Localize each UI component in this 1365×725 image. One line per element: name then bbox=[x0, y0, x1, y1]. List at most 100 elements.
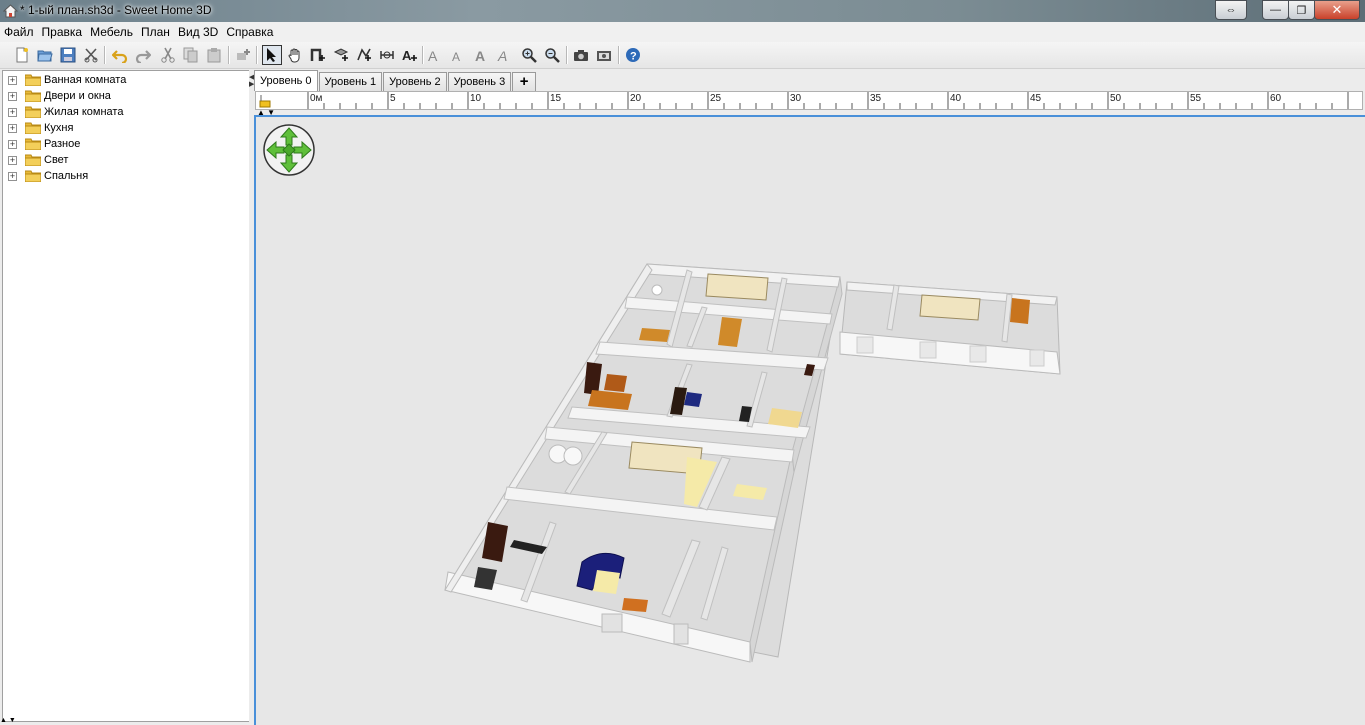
add-furniture-icon[interactable] bbox=[233, 45, 253, 65]
toolbar-separator bbox=[104, 46, 106, 64]
3d-view[interactable] bbox=[254, 115, 1365, 725]
create-rooms-icon[interactable] bbox=[331, 45, 351, 65]
restore-button[interactable]: ⇔ bbox=[1215, 0, 1247, 20]
pan-hand-icon[interactable] bbox=[285, 45, 305, 65]
ruler-label: 35 bbox=[870, 93, 882, 104]
create-dimensions-icon[interactable] bbox=[377, 45, 397, 65]
paste-icon[interactable] bbox=[204, 45, 224, 65]
ruler-label: 20 bbox=[630, 93, 642, 104]
svg-text:A: A bbox=[475, 48, 485, 63]
add-text-icon[interactable]: A bbox=[400, 45, 420, 65]
house-3d-model bbox=[444, 263, 1061, 663]
catalog-category-label: Спальня bbox=[44, 170, 89, 182]
close-button[interactable]: ✕ bbox=[1314, 0, 1360, 20]
maximize-button[interactable]: ❐ bbox=[1288, 0, 1315, 20]
select-arrow-icon[interactable] bbox=[262, 45, 282, 65]
menu-file[interactable]: Файл bbox=[0, 25, 38, 39]
title-bar: * 1-ый план.sh3d - Sweet Home 3D ⇔ — ❐ ✕ bbox=[0, 0, 1365, 22]
create-photo-icon[interactable] bbox=[571, 45, 591, 65]
tab-level-0[interactable]: Уровень 0 bbox=[254, 70, 318, 91]
expand-toggle-icon[interactable]: + bbox=[8, 139, 17, 149]
catalog-category-label: Двери и окна bbox=[44, 90, 111, 102]
folder-icon bbox=[25, 170, 41, 182]
tab-level-3[interactable]: Уровень 3 bbox=[447, 72, 512, 91]
zoom-in-icon[interactable] bbox=[519, 45, 539, 65]
level-tabs: Уровень 0 Уровень 1 Уровень 2 Уровень 3 … bbox=[254, 70, 537, 91]
expand-toggle-icon[interactable]: + bbox=[8, 75, 17, 85]
toolbar-separator bbox=[618, 46, 620, 64]
menu-edit[interactable]: Правка bbox=[38, 25, 87, 39]
menu-bar: Файл Правка Мебель План Вид 3D Справка bbox=[0, 22, 1365, 42]
catalog-category[interactable]: + Спальня bbox=[3, 168, 249, 184]
toolbar-separator bbox=[422, 46, 424, 64]
increase-text-icon[interactable]: A bbox=[425, 45, 445, 65]
catalog-category[interactable]: + Кухня bbox=[3, 120, 249, 136]
ruler-label: 60 bbox=[1270, 93, 1282, 104]
expand-toggle-icon[interactable]: + bbox=[8, 107, 17, 117]
folder-icon bbox=[25, 106, 41, 118]
catalog-category[interactable]: + Свет bbox=[3, 152, 249, 168]
toolbar: A A A A A ? bbox=[0, 42, 1365, 69]
ruler-label: 15 bbox=[550, 93, 562, 104]
sweet-home-app-icon bbox=[3, 4, 18, 18]
catalog-category-label: Жилая комната bbox=[44, 106, 124, 118]
open-folder-icon[interactable] bbox=[35, 45, 55, 65]
toolbar-separator bbox=[256, 46, 258, 64]
tab-level-2[interactable]: Уровень 2 bbox=[383, 72, 447, 91]
furniture-catalog-tree[interactable]: + Ванная комната + Двери и окна + Жилая комна… bbox=[2, 70, 250, 722]
ruler-label: 5 bbox=[390, 93, 396, 104]
create-walls-icon[interactable] bbox=[308, 45, 328, 65]
ruler-label: 55 bbox=[1190, 93, 1202, 104]
new-file-icon[interactable] bbox=[12, 45, 32, 65]
svg-text:A: A bbox=[452, 50, 460, 63]
copy-icon[interactable] bbox=[181, 45, 201, 65]
expand-toggle-icon[interactable]: + bbox=[8, 155, 17, 165]
svg-text:?: ? bbox=[630, 51, 637, 63]
catalog-category-label: Ванная комната bbox=[44, 74, 127, 86]
catalog-category[interactable]: + Двери и окна bbox=[3, 88, 249, 104]
tab-level-1[interactable]: Уровень 1 bbox=[318, 72, 383, 91]
decrease-text-icon[interactable]: A bbox=[448, 45, 468, 65]
save-icon[interactable] bbox=[58, 45, 78, 65]
menu-plan[interactable]: План bbox=[137, 25, 174, 39]
expand-toggle-icon[interactable]: + bbox=[8, 171, 17, 181]
menu-help[interactable]: Справка bbox=[222, 25, 277, 39]
create-polylines-icon[interactable] bbox=[354, 45, 374, 65]
folder-icon bbox=[25, 74, 41, 86]
toolbar-separator bbox=[566, 46, 568, 64]
folder-icon bbox=[25, 90, 41, 102]
level-indicator-icon bbox=[259, 95, 271, 108]
minimize-button[interactable]: — bbox=[1262, 0, 1289, 20]
add-level-button[interactable]: + bbox=[512, 72, 537, 91]
folder-icon bbox=[25, 138, 41, 150]
ruler-label: 40 bbox=[950, 93, 962, 104]
plan-ruler: 0м 5 10 15 20 25 30 35 40 45 50 55 60 bbox=[255, 91, 1363, 110]
ruler-label: 0м bbox=[310, 93, 323, 104]
ruler-label: 50 bbox=[1110, 93, 1122, 104]
cut-icon[interactable] bbox=[158, 45, 178, 65]
svg-text:A: A bbox=[428, 48, 438, 63]
undo-icon[interactable] bbox=[110, 45, 130, 65]
catalog-category[interactable]: + Жилая комната bbox=[3, 104, 249, 120]
bold-text-icon[interactable]: A bbox=[471, 45, 491, 65]
svg-text:A: A bbox=[402, 48, 412, 63]
bottom-splitter-arrows[interactable]: ▲ ▼ bbox=[0, 717, 30, 725]
catalog-category[interactable]: + Ванная комната bbox=[3, 72, 249, 88]
ruler-label: 25 bbox=[710, 93, 722, 104]
create-video-icon[interactable] bbox=[594, 45, 614, 65]
ruler-label: 10 bbox=[470, 93, 482, 104]
expand-toggle-icon[interactable]: + bbox=[8, 123, 17, 133]
zoom-out-icon[interactable] bbox=[542, 45, 562, 65]
cut-preferences-icon[interactable] bbox=[81, 45, 101, 65]
help-icon[interactable]: ? bbox=[623, 45, 643, 65]
menu-furniture[interactable]: Мебель bbox=[86, 25, 137, 39]
ruler-ticks: 0м 5 10 15 20 25 30 35 40 45 50 55 60 bbox=[307, 92, 1349, 109]
menu-3d-view[interactable]: Вид 3D bbox=[174, 25, 222, 39]
catalog-category[interactable]: + Разное bbox=[3, 136, 249, 152]
italic-text-icon[interactable]: A bbox=[494, 45, 514, 65]
ruler-label: 45 bbox=[1030, 93, 1042, 104]
expand-toggle-icon[interactable]: + bbox=[8, 91, 17, 101]
redo-icon[interactable] bbox=[133, 45, 153, 65]
svg-text:A: A bbox=[497, 48, 507, 63]
catalog-category-label: Кухня bbox=[44, 122, 74, 134]
